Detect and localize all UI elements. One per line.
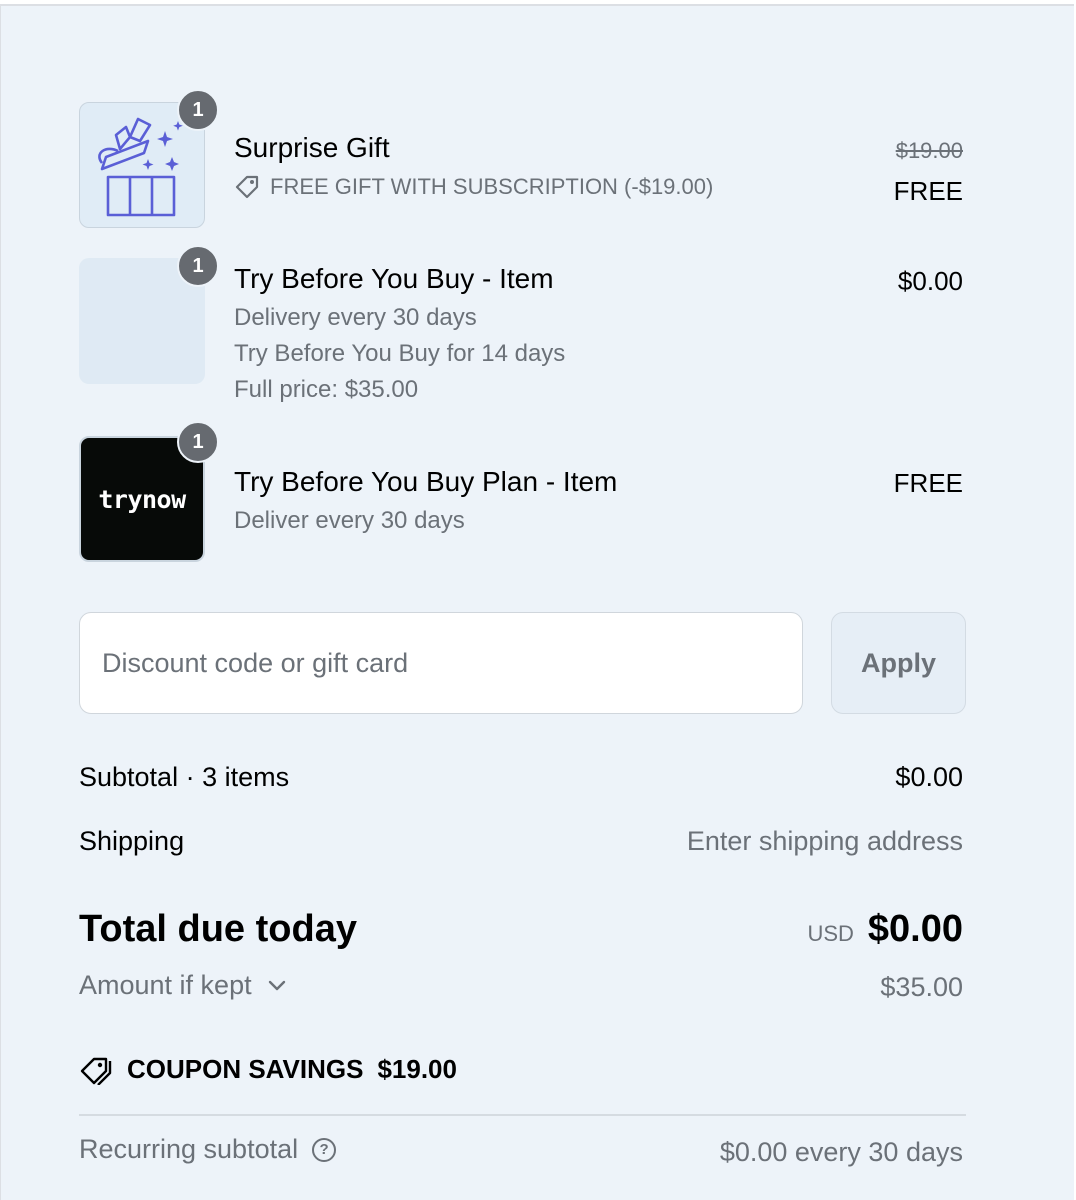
coupon-tag-icon	[80, 1057, 112, 1085]
shipping-label: Shipping	[79, 826, 185, 856]
item-price-surprise-gift: FREE	[893, 176, 963, 206]
coupon-savings-value: $19.00	[377, 1054, 457, 1084]
help-icon[interactable]: ?	[312, 1137, 337, 1162]
item-title-try-before-you-buy-plan: Try Before You Buy Plan - Item	[234, 466, 618, 497]
amount-if-kept-toggle[interactable]: Amount if kept	[79, 970, 286, 1001]
original-price: $19.00	[895, 138, 963, 163]
quantity-badge: 1	[177, 89, 219, 131]
divider	[79, 1114, 966, 1116]
total-due: USD $0.00	[807, 908, 963, 951]
chevron-down-icon	[268, 980, 285, 990]
recurring-subtotal-value: $0.00 every 30 days	[719, 1137, 963, 1167]
recurring-subtotal: Recurring subtotal ?	[79, 1134, 337, 1165]
item-title-surprise-gift: Surprise Gift	[234, 132, 390, 163]
item-detail-delivery: Deliver every 30 days	[234, 507, 465, 534]
gift-discount-note: FREE GIFT WITH SUBSCRIPTION (-$19.00)	[234, 174, 713, 200]
item-price-try-before-you-buy: $0.00	[897, 266, 963, 296]
total-due-value: $0.00	[867, 908, 963, 950]
recurring-subtotal-label: Recurring subtotal	[79, 1134, 299, 1164]
item-title-try-before-you-buy: Try Before You Buy - Item	[234, 263, 554, 294]
total-due-label: Total due today	[79, 908, 357, 950]
quantity-badge: 1	[177, 421, 219, 463]
discount-code-input[interactable]	[79, 612, 803, 714]
item-detail-trial: Try Before You Buy for 14 days	[234, 340, 566, 367]
shipping-value: Enter shipping address	[686, 826, 963, 856]
item-price-try-before-you-buy-plan: FREE	[893, 468, 963, 498]
subtotal-value: $0.00	[895, 762, 963, 792]
amount-if-kept-value: $35.00	[880, 972, 963, 1002]
trynow-logo: trynow	[98, 484, 186, 514]
item-detail-full-price: Full price: $35.00	[234, 376, 419, 403]
apply-discount-button[interactable]: Apply	[831, 612, 966, 714]
coupon-savings-label: COUPON SAVINGS	[127, 1054, 364, 1084]
amount-if-kept-label: Amount if kept	[79, 970, 252, 1000]
quantity-badge: 1	[177, 245, 219, 287]
subtotal-label: Subtotal · 3 items	[79, 762, 290, 792]
gift-note-text: FREE GIFT WITH SUBSCRIPTION (-$19.00)	[270, 174, 714, 199]
coupon-savings: COUPON SAVINGS $19.00	[79, 1054, 457, 1085]
tag-icon	[235, 175, 259, 199]
item-detail-delivery: Delivery every 30 days	[234, 304, 477, 331]
currency-code: USD	[807, 921, 854, 946]
order-summary-panel: 1 Surprise Gift FREE GIFT WITH SUBSCRIPT…	[0, 4, 1074, 1200]
